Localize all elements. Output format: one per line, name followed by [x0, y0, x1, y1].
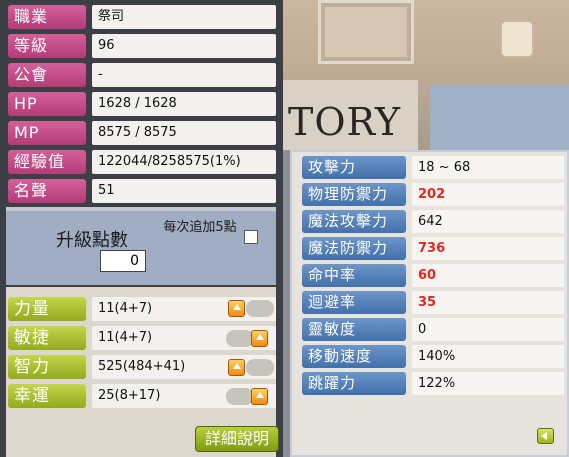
stat-label: 敏捷	[8, 326, 86, 350]
detail-label: 魔法防禦力	[302, 237, 406, 260]
ability-point-label: 升級點數	[56, 230, 128, 251]
background-wall	[430, 85, 569, 155]
background-window-small	[500, 20, 534, 58]
detail-label: 命中率	[302, 264, 406, 287]
basic-row-fame: 名聲 51	[6, 178, 276, 204]
ability-point-value: 0	[100, 250, 146, 272]
detail-label: 物理防禦力	[302, 183, 406, 206]
basic-value: 祭司	[92, 5, 276, 29]
basic-value: 122044/8258575(1%)	[92, 150, 276, 174]
detail-label: 跳躍力	[302, 372, 406, 395]
detail-row: 攻擊力 18 ~ 68	[302, 156, 564, 180]
decrease-slot	[246, 300, 274, 317]
detail-value: 202	[412, 183, 564, 206]
auto-assign-label: 每次追加5點	[163, 220, 237, 235]
increase-luk-button[interactable]	[251, 388, 268, 405]
decrease-slot	[246, 359, 274, 376]
detail-row: 魔法防禦力 736	[302, 237, 564, 261]
basic-label: MP	[8, 121, 86, 145]
increase-str-button[interactable]	[228, 300, 245, 317]
detail-row: 靈敏度 0	[302, 318, 564, 342]
detail-label: 魔法攻擊力	[302, 210, 406, 233]
basic-row-hp: HP 1628 / 1628	[6, 91, 276, 117]
detail-row: 移動速度 140%	[302, 345, 564, 369]
basic-label: 職業	[8, 5, 86, 29]
detail-value: 642	[412, 210, 564, 233]
auto-assign-checkbox[interactable]	[244, 230, 258, 244]
basic-label: 等級	[8, 34, 86, 58]
detail-row: 跳躍力 122%	[302, 372, 564, 396]
basic-value: 8575 / 8575	[92, 121, 276, 145]
decrease-slot	[226, 388, 254, 405]
basic-value: -	[92, 63, 276, 87]
detail-value: 18 ~ 68	[412, 156, 564, 179]
detail-row: 物理防禦力 202	[302, 183, 564, 207]
decrease-slot	[226, 330, 254, 347]
basic-row-job: 職業 祭司	[6, 4, 276, 30]
detail-label: 移動速度	[302, 345, 406, 368]
detail-stat-window: 攻擊力 18 ~ 68 物理防禦力 202 魔法攻擊力 642 魔法防禦力 73…	[290, 150, 569, 457]
detail-value: 60	[412, 264, 564, 287]
basic-label: 經驗值	[8, 150, 86, 174]
stat-label: 智力	[8, 355, 86, 379]
background-sign-text: TORY	[288, 100, 402, 144]
basic-value: 51	[92, 179, 276, 203]
stat-label: 力量	[8, 297, 86, 321]
stat-label: 幸運	[8, 384, 86, 408]
detail-row: 迴避率 35	[302, 291, 564, 315]
basic-label: HP	[8, 92, 86, 116]
detail-value: 140%	[412, 345, 564, 368]
basic-label: 名聲	[8, 179, 86, 203]
background-window	[318, 0, 414, 64]
detail-value: 0	[412, 318, 564, 341]
increase-int-button[interactable]	[228, 359, 245, 376]
increase-dex-button[interactable]	[251, 330, 268, 347]
detail-value: 736	[412, 237, 564, 260]
back-arrow-icon[interactable]	[537, 428, 554, 444]
basic-row-level: 等級 96	[6, 33, 276, 59]
detail-value: 35	[412, 291, 564, 314]
basic-value: 1628 / 1628	[92, 92, 276, 116]
basic-label: 公會	[8, 63, 86, 87]
detail-button[interactable]: 詳細說明	[195, 426, 279, 452]
detail-label: 靈敏度	[302, 318, 406, 341]
detail-label: 迴避率	[302, 291, 406, 314]
detail-row: 命中率 60	[302, 264, 564, 288]
detail-row: 魔法攻擊力 642	[302, 210, 564, 234]
detail-label: 攻擊力	[302, 156, 406, 179]
basic-row-exp: 經驗值 122044/8258575(1%)	[6, 149, 276, 175]
detail-value: 122%	[412, 372, 564, 395]
character-stat-window: 職業 祭司 等級 96 公會 - HP 1628 / 1628 MP 8575 …	[0, 0, 283, 457]
basic-row-guild: 公會 -	[6, 62, 276, 88]
basic-row-mp: MP 8575 / 8575	[6, 120, 276, 146]
basic-value: 96	[92, 34, 276, 58]
